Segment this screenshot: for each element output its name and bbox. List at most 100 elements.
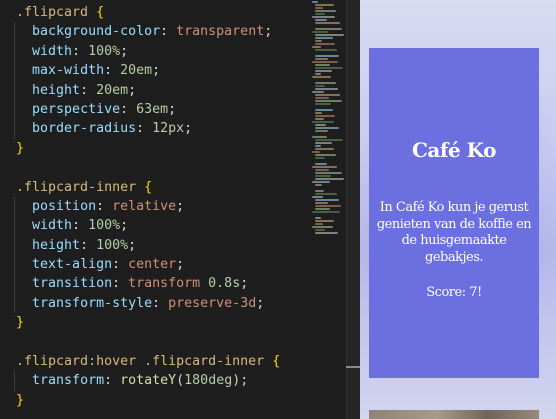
line-gutter-space [0,180,16,195]
line-gutter-space [0,141,16,156]
minimap[interactable] [312,0,348,240]
code-token: .flipcard:hover .flipcard-inner [16,354,265,370]
code-editor[interactable]: .flipcard { background-color: transparen… [0,0,310,419]
code-token: ; [264,24,273,40]
code-line[interactable]: } [0,139,310,158]
code-token: background-color [32,24,161,40]
code-line[interactable]: height: 20em; [0,80,310,100]
minimap-line [315,100,342,102]
code-token: ; [152,63,161,79]
code-token: : [96,198,113,214]
minimap-line [315,163,327,165]
minimap-line [315,184,322,186]
code-line[interactable] [0,158,310,177]
minimap-line [315,58,328,60]
code-token: height [32,82,81,98]
code-token: width [32,218,73,234]
editor-scrollbar[interactable] [346,0,361,419]
minimap-line [315,112,322,114]
code-line[interactable]: .flipcard:hover .flipcard-inner { [0,352,310,371]
code-line[interactable]: height: 100%; [0,235,310,256]
code-token: 100% [96,237,129,253]
code-token: text-align [32,257,113,273]
code-line[interactable]: perspective: 63em; [0,99,310,120]
code-token: ; [176,198,185,214]
minimap-line [315,175,331,177]
minimap-line [315,37,333,39]
line-gutter-space [0,393,16,408]
code-line[interactable]: transform-style: preserve-3d; [0,293,310,314]
code-token: relative [112,198,177,214]
code-line[interactable] [0,333,310,352]
minimap-line [315,64,330,66]
code-token: ; [120,43,129,59]
line-gutter-space [0,160,16,175]
indent-guide [14,99,15,120]
code-line[interactable]: width: 100%; [0,41,310,62]
minimap-line [315,109,333,111]
minimap-line [312,211,340,213]
code-token: ; [176,257,185,273]
code-token: : [80,82,97,98]
minimap-line [315,223,323,225]
minimap-line [312,136,327,138]
code-line[interactable]: text-align: center; [0,255,310,275]
code-line[interactable]: .flipcard-inner { [0,178,310,197]
code-line[interactable]: } [0,313,310,332]
code-line[interactable]: width: 100%; [0,216,310,236]
minimap-line [315,4,334,6]
code-line[interactable]: transition: transform 0.8s; [0,274,310,294]
minimap-line [315,115,335,117]
minimap-line [315,73,321,75]
code-token: ); [232,373,249,389]
minimap-line [315,178,344,180]
code-line[interactable]: background-color: transparent; [0,22,310,42]
code-token: : [104,63,121,79]
minimap-line [312,166,337,168]
indent-guide [14,80,15,100]
minimap-line [315,220,334,222]
minimap-line [312,46,321,48]
indent-guide [14,235,15,256]
minimap-line [315,127,339,129]
code-token: : [112,257,129,273]
code-line[interactable]: border-radius: 12px; [0,119,310,139]
code-token: perspective [32,101,121,117]
code-line[interactable]: max-width: 20em; [0,61,310,81]
code-token: ; [168,101,177,117]
browser-preview: Café Ko In Café Ko kun je gerust geniete… [360,0,556,419]
code-lines[interactable]: .flipcard { background-color: transparen… [0,3,310,410]
code-token: ; [256,295,265,311]
code-line[interactable]: transform: rotateY(180deg); [0,371,310,391]
minimap-line [315,199,339,201]
minimap-line [312,226,333,228]
minimap-line [315,49,337,51]
code-token: transparent [176,24,265,40]
line-gutter-space [0,5,16,20]
minimap-line [312,151,320,153]
code-line[interactable]: } [0,391,310,410]
flipcard[interactable]: Café Ko In Café Ko kun je gerust geniete… [369,48,539,378]
code-token: } [16,315,25,331]
code-token: ; [240,276,249,292]
code-token: position [32,198,97,214]
code-token: 20em [96,82,129,98]
minimap-line [312,61,338,63]
code-token: : [136,121,153,137]
minimap-line [315,19,327,21]
indent-guide [14,119,15,139]
code-line[interactable]: position: relative; [0,196,310,217]
code-token: 63em [136,101,169,117]
minimap-line [315,193,337,195]
indent-guide [14,41,15,62]
minimap-line [315,13,325,15]
code-token: { [96,5,105,20]
code-line[interactable]: .flipcard { [0,3,310,22]
